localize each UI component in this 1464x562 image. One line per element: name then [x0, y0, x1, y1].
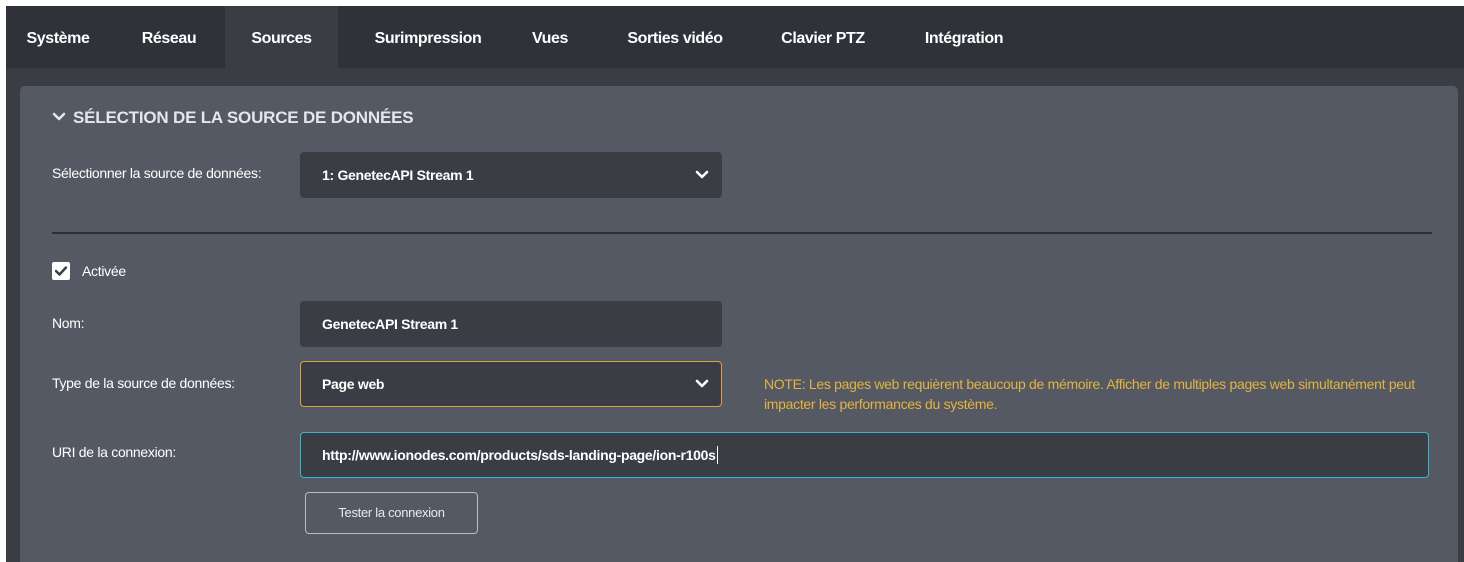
source-type-select[interactable]: Page web: [300, 361, 722, 407]
top-navigation: Système Réseau Sources Surimpression Vue…: [6, 6, 1464, 68]
name-field[interactable]: GenetecAPI Stream 1: [300, 301, 722, 347]
divider: [52, 232, 1432, 234]
tab-sorties-video[interactable]: Sorties vidéo: [599, 6, 751, 68]
tab-surimpression[interactable]: Surimpression: [349, 6, 507, 68]
chevron-down-icon: [695, 170, 709, 179]
tab-clavier-ptz[interactable]: Clavier PTZ: [763, 6, 883, 68]
source-select[interactable]: 1: GenetecAPI Stream 1: [300, 152, 722, 198]
uri-value: http://www.ionodes.com/products/sds-land…: [322, 447, 716, 463]
tab-sources[interactable]: Sources: [225, 6, 338, 68]
section-header[interactable]: SÉLECTION DE LA SOURCE DE DONNÉES: [52, 106, 414, 130]
name-label: Nom:: [52, 315, 85, 331]
chevron-down-icon: [695, 379, 709, 388]
section-title: SÉLECTION DE LA SOURCE DE DONNÉES: [73, 108, 414, 127]
app-frame: Système Réseau Sources Surimpression Vue…: [6, 6, 1464, 562]
tab-vues[interactable]: Vues: [516, 6, 584, 68]
tab-integration[interactable]: Intégration: [904, 6, 1024, 68]
enabled-checkbox[interactable]: [52, 262, 70, 280]
uri-input[interactable]: http://www.ionodes.com/products/sds-land…: [300, 432, 1429, 478]
test-connection-button[interactable]: Tester la connexion: [305, 492, 478, 534]
name-value: GenetecAPI Stream 1: [322, 316, 458, 332]
uri-label: URI de la connexion:: [52, 444, 176, 460]
source-select-value: 1: GenetecAPI Stream 1: [322, 167, 474, 183]
tab-reseau[interactable]: Réseau: [121, 6, 217, 68]
enabled-label[interactable]: Activée: [82, 262, 126, 280]
checkmark-icon: [54, 266, 68, 276]
text-cursor: [716, 446, 718, 464]
tab-systeme[interactable]: Système: [6, 6, 110, 68]
data-source-panel: SÉLECTION DE LA SOURCE DE DONNÉES Sélect…: [20, 86, 1458, 562]
chevron-down-icon: [52, 112, 66, 121]
source-type-value: Page web: [322, 376, 385, 392]
source-select-label: Sélectionner la source de données:: [52, 165, 262, 181]
memory-note: NOTE: Les pages web requièrent beaucoup …: [764, 376, 1415, 412]
source-type-label: Type de la source de données:: [52, 375, 235, 391]
